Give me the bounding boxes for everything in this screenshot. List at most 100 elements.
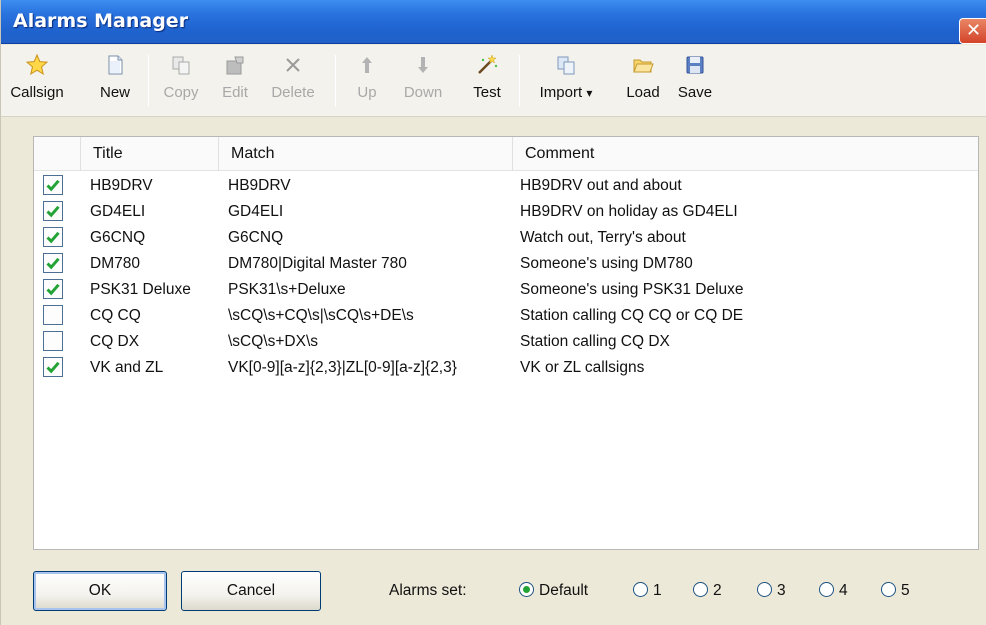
new-label: New xyxy=(99,84,130,101)
load-label: Load xyxy=(626,84,660,101)
radio-icon xyxy=(519,582,534,597)
enabled-checkbox[interactable] xyxy=(43,227,63,247)
row-match: \sCQ\s+DX\s xyxy=(228,333,319,350)
alarm-set-radio[interactable]: 1 xyxy=(633,582,662,602)
toolbar-separator xyxy=(148,55,149,107)
star-icon xyxy=(25,53,49,76)
row-comment: Someone's using PSK31 Deluxe xyxy=(520,281,744,298)
enabled-checkbox[interactable] xyxy=(43,331,63,351)
edit-button[interactable]: Edit xyxy=(215,53,255,111)
checkmark-icon xyxy=(46,231,60,244)
enabled-checkbox[interactable] xyxy=(43,253,63,273)
edit-icon xyxy=(226,56,244,75)
alarm-set-radio[interactable]: Default xyxy=(519,582,588,602)
row-match: PSK31\s+Deluxe xyxy=(228,281,346,298)
column-header-match[interactable]: Match xyxy=(218,137,512,171)
list-header: Title Match Comment xyxy=(34,137,978,171)
row-match: HB9DRV xyxy=(228,177,291,194)
table-row[interactable]: PSK31 Deluxe PSK31\s+Deluxe Someone's usin… xyxy=(34,277,978,303)
save-button[interactable]: Save xyxy=(673,53,717,111)
test-label: Test xyxy=(473,84,501,101)
row-match: VK[0-9][a-z]{2,3}|ZL[0-9][a-z]{2,3} xyxy=(228,359,457,376)
row-title: CQ DX xyxy=(90,333,140,350)
close-button[interactable]: ✕ xyxy=(959,18,986,44)
enabled-checkbox[interactable] xyxy=(43,357,63,377)
callsign-button[interactable]: Callsign xyxy=(9,53,65,111)
row-comment: Watch out, Terry's about xyxy=(520,229,686,246)
row-match: \sCQ\s+CQ\s|\sCQ\s+DE\s xyxy=(228,307,414,324)
up-label: Up xyxy=(357,84,377,101)
delete-button[interactable]: Delete xyxy=(263,53,323,111)
table-row[interactable]: DM780 DM780|Digital Master 780 Someone's u… xyxy=(34,251,978,277)
alarm-set-radio[interactable]: 4 xyxy=(819,582,848,602)
alarms-set-label: Alarms set: xyxy=(389,582,467,599)
alarm-set-radio[interactable]: 2 xyxy=(693,582,722,602)
alarms-list: Title Match Comment HB9DRV HB9DRV HB9DRV o… xyxy=(33,136,979,550)
row-comment: HB9DRV on holiday as GD4ELI xyxy=(520,203,738,220)
callsign-label: Callsign xyxy=(10,84,64,101)
row-match: G6CNQ xyxy=(228,229,284,246)
radio-label: 5 xyxy=(901,582,910,599)
column-header-title[interactable]: Title xyxy=(80,137,218,171)
delete-icon xyxy=(286,58,300,72)
toolbar: Callsign New Copy Edit Delete Up Down Te… xyxy=(1,45,986,117)
checkmark-icon xyxy=(46,361,60,374)
folder-open-icon xyxy=(633,59,654,73)
arrow-down-icon xyxy=(418,57,428,73)
title-bar[interactable]: Alarms Manager ✕ xyxy=(1,0,986,44)
table-row[interactable]: GD4ELI GD4ELI HB9DRV on holiday as GD4ELI xyxy=(34,199,978,225)
copy-icon xyxy=(172,56,190,75)
delete-label: Delete xyxy=(271,84,315,101)
radio-label: 1 xyxy=(653,582,662,599)
copy-label: Copy xyxy=(163,84,199,101)
checkmark-icon xyxy=(46,179,60,192)
down-button[interactable]: Down xyxy=(397,53,449,111)
enabled-checkbox[interactable] xyxy=(43,201,63,221)
row-title: G6CNQ xyxy=(90,229,146,246)
new-button[interactable]: New xyxy=(93,53,137,111)
test-button[interactable]: Test xyxy=(463,53,511,111)
arrow-up-icon xyxy=(362,57,372,73)
down-label: Down xyxy=(403,84,443,101)
enabled-checkbox[interactable] xyxy=(43,305,63,325)
alarm-set-radio[interactable]: 5 xyxy=(881,582,910,602)
save-label: Save xyxy=(677,84,713,101)
cancel-button[interactable]: Cancel xyxy=(181,571,321,611)
new-document-icon xyxy=(108,55,123,75)
radio-icon xyxy=(693,582,708,597)
row-title: HB9DRV xyxy=(90,177,153,194)
checkmark-icon xyxy=(46,257,60,270)
radio-label: Default xyxy=(539,582,589,599)
checkmark-icon xyxy=(46,283,60,296)
alarm-set-radio[interactable]: 3 xyxy=(757,582,786,602)
ok-button[interactable]: OK xyxy=(33,571,167,611)
row-comment: VK or ZL callsigns xyxy=(520,359,645,376)
table-row[interactable]: CQ CQ \sCQ\s+CQ\s|\sCQ\s+DE\s Station call… xyxy=(34,303,978,329)
radio-label: 3 xyxy=(777,582,786,599)
row-comment: Station calling CQ DX xyxy=(520,333,670,350)
close-icon: ✕ xyxy=(965,20,982,41)
load-button[interactable]: Load xyxy=(621,53,665,111)
radio-label: 4 xyxy=(839,582,848,599)
toolbar-separator xyxy=(519,55,520,107)
import-dropdown[interactable]: Import ▾ xyxy=(529,53,603,111)
window-title: Alarms Manager xyxy=(13,10,189,32)
floppy-disk-icon xyxy=(686,56,704,74)
up-button[interactable]: Up xyxy=(347,53,387,111)
row-comment: HB9DRV out and about xyxy=(520,177,682,194)
enabled-checkbox[interactable] xyxy=(43,279,63,299)
copy-button[interactable]: Copy xyxy=(157,53,205,111)
radio-icon xyxy=(633,582,648,597)
alarms-manager-window: Alarms Manager ✕ Callsign New Copy Edit … xyxy=(0,0,986,625)
column-header-comment[interactable]: Comment xyxy=(512,137,978,171)
row-match: GD4ELI xyxy=(228,203,284,220)
enabled-checkbox[interactable] xyxy=(43,175,63,195)
table-row[interactable]: CQ DX \sCQ\s+DX\s Station calling CQ DX xyxy=(34,329,978,355)
table-row[interactable]: VK and ZL VK[0-9][a-z]{2,3}|ZL[0-9][a-z]{… xyxy=(34,355,978,381)
radio-icon xyxy=(881,582,896,597)
edit-label: Edit xyxy=(222,84,248,101)
import-icon xyxy=(557,56,575,75)
table-row[interactable]: HB9DRV HB9DRV HB9DRV out and about xyxy=(34,173,978,199)
chevron-down-icon: ▾ xyxy=(586,86,593,100)
table-row[interactable]: G6CNQ G6CNQ Watch out, Terry's about xyxy=(34,225,978,251)
